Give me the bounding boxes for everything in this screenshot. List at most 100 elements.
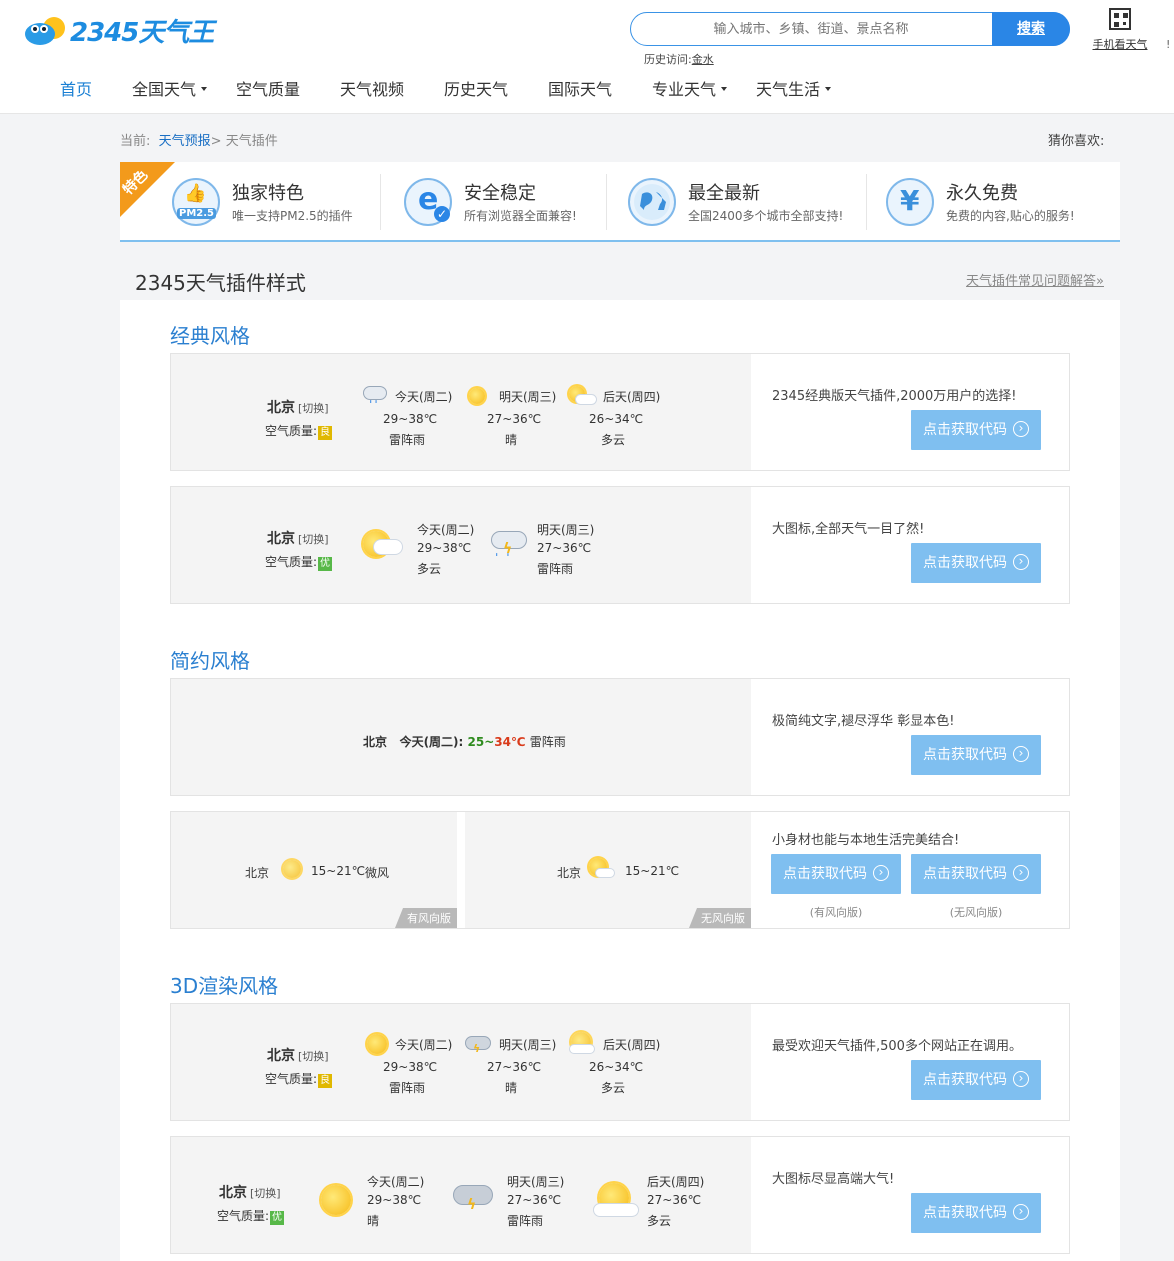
day-name: 今天(周二): [395, 1038, 453, 1052]
top-header: 2345天气王 搜索 历史访问:金水 手机看天气 ! 首页 全国天气 空气质量 …: [0, 0, 1174, 114]
switch-city-link[interactable]: [切换]: [250, 1187, 281, 1200]
pm25-label: PM2.5: [177, 208, 216, 219]
edge-mark: !: [1166, 38, 1171, 51]
plugin-preview: 北京 今天(周二): 25~34℃ 雷阵雨: [171, 679, 751, 795]
nav-professional[interactable]: 专业天气: [652, 78, 728, 106]
nav-air[interactable]: 空气质量: [236, 78, 300, 106]
air-quality: 空气质量: 优: [265, 553, 333, 571]
get-code-button[interactable]: 点击获取代码: [911, 1193, 1041, 1233]
day-weather: 雷阵雨: [389, 433, 426, 447]
feature-secure: e ✓ 安全稳定 所有浏览器全面兼容!: [404, 176, 624, 230]
switch-city-link[interactable]: [切换]: [298, 533, 329, 546]
day-after: 后天(周四) 26~34℃ 多云: [567, 1030, 667, 1100]
nav-video-label: 天气视频: [340, 80, 405, 99]
history-link[interactable]: 金水: [692, 53, 714, 66]
get-code-button-wind[interactable]: 点击获取代码: [771, 854, 901, 894]
switch-city-link[interactable]: [切换]: [298, 1050, 329, 1063]
search-button[interactable]: 搜索: [992, 12, 1070, 46]
air-quality: 空气质量: 良: [265, 422, 333, 440]
day-after: 后天(周四) 27~36℃ 多云: [591, 1171, 721, 1241]
aq-label: 空气质量:: [265, 555, 318, 569]
day-temp: 27~36℃: [487, 412, 542, 426]
feature-divider: [606, 174, 607, 230]
day-name: 明天(周三): [499, 390, 557, 404]
day-tomorrow: ϟ 明天(周三) 27~36℃ 晴: [463, 1030, 563, 1100]
air-quality: 空气质量: 良: [265, 1070, 333, 1088]
sunny-icon: [469, 388, 485, 404]
nav-life[interactable]: 天气生活: [756, 78, 832, 106]
day-weather: 雷阵雨: [389, 1081, 426, 1095]
day-name: 后天(周四): [647, 1175, 705, 1189]
day-temp: 26~34℃: [589, 412, 644, 426]
plugin-desc: 大图标,全部天气一目了然!: [772, 522, 925, 537]
nav-home-label: 首页: [60, 80, 93, 99]
get-code-button[interactable]: 点击获取代码: [911, 735, 1041, 775]
breadcrumb-prefix: 当前:: [120, 134, 151, 149]
browser-icon: e ✓: [404, 178, 452, 226]
plugin-preview-nowind: 北京 15~21℃ 无风向版: [465, 812, 751, 928]
logo[interactable]: 2345天气王: [22, 10, 222, 48]
plugin-desc: 大图标尽显高端大气!: [772, 1172, 895, 1187]
yen-icon: ¥: [886, 178, 934, 226]
day-name: 明天(周三): [537, 523, 595, 537]
faq-link[interactable]: 天气插件常见问题解答»: [966, 270, 1104, 289]
breadcrumb-current: 天气插件: [225, 134, 278, 149]
day-tomorrow: 明天(周三) 27~36℃ 晴: [467, 382, 567, 452]
day-temp: 29~38℃: [383, 412, 438, 426]
nav-history[interactable]: 历史天气: [444, 78, 508, 106]
nav-home[interactable]: 首页: [60, 78, 92, 106]
feature-divider: [380, 174, 381, 230]
mobile-weather-link[interactable]: 手机看天气: [1088, 8, 1152, 52]
day-today: 今天(周二) 29~38℃ 晴: [311, 1171, 441, 1241]
mascot-icon: [25, 17, 65, 45]
day-name: 明天(周三): [499, 1038, 557, 1052]
switch-city-link[interactable]: [切换]: [298, 402, 329, 415]
day-temp: 26~34℃: [589, 1060, 644, 1074]
day-name: 明天(周三): [507, 1175, 565, 1189]
features-bar: 特色 👍 PM2.5 独家特色 唯一支持PM2.5的插件 e ✓ 安全稳定 所有…: [120, 162, 1120, 242]
day-name: 今天(周二):: [399, 735, 464, 749]
cloud-icon: [593, 1203, 639, 1217]
feature-desc: 唯一支持PM2.5的插件: [232, 209, 353, 223]
day-temp: 27~36℃: [537, 541, 592, 555]
section-title: 2345天气插件样式: [135, 271, 306, 295]
day-weather: 晴: [505, 1081, 518, 1095]
get-code-button[interactable]: 点击获取代码: [911, 1060, 1041, 1100]
get-code-button-nowind[interactable]: 点击获取代码: [911, 854, 1041, 894]
day-name: 后天(周四): [603, 390, 661, 404]
button-sublabel: (有风向版): [809, 906, 863, 919]
caret-down-icon: [825, 86, 832, 91]
day-after: 后天(周四) 26~34℃ 多云: [569, 382, 669, 452]
breadcrumb-parent-link[interactable]: 天气预报: [159, 134, 211, 149]
get-code-button[interactable]: 点击获取代码: [911, 543, 1041, 583]
cloud-icon: [595, 868, 615, 878]
air-quality: 空气质量: 优: [217, 1207, 285, 1225]
nav-professional-label: 专业天气: [652, 80, 717, 99]
history-label: 历史访问:: [644, 53, 692, 66]
button-sublabel: (无风向版): [949, 906, 1003, 919]
search-input[interactable]: [631, 13, 991, 45]
nav-video[interactable]: 天气视频: [340, 78, 404, 106]
classic-card-2: 北京 [切换] 空气质量: 优 今天(周二) 29~38℃ 多云 ϟ ˈ ˈ 明天(…: [170, 486, 1070, 604]
nav-life-label: 天气生活: [756, 80, 821, 99]
get-code-button[interactable]: 点击获取代码: [911, 410, 1041, 450]
cloud-icon: [569, 1044, 595, 1054]
classic-heading: 经典风格: [170, 324, 250, 348]
city-name: 北京 [切换]: [267, 397, 329, 417]
feature-divider: [866, 174, 867, 230]
nav-national[interactable]: 全国天气: [132, 78, 208, 106]
day-temp: 27~36℃: [507, 1193, 562, 1207]
breadcrumb: 当前: 天气预报> 天气插件: [120, 130, 278, 149]
feature-title: 最全最新: [688, 183, 760, 204]
day-today: ˈˈ 今天(周二) 29~38℃ 雷阵雨: [361, 382, 461, 452]
nav-international[interactable]: 国际天气: [548, 78, 612, 106]
plugin-preview: 北京 [切换] 空气质量: 良 今天(周二) 29~38℃ 雷阵雨 ϟ 明天(周三)…: [171, 1004, 751, 1120]
feature-free: ¥ 永久免费 免费的内容,贴心的服务!: [886, 176, 1106, 230]
main-nav: 首页 全国天气 空气质量 天气视频 历史天气 国际天气 专业天气 天气生活: [0, 78, 1174, 106]
render3d-card-1: 北京 [切换] 空气质量: 良 今天(周二) 29~38℃ 雷阵雨 ϟ 明天(周三)…: [170, 1003, 1070, 1121]
render3d-heading: 3D渲染风格: [170, 974, 279, 998]
plugin-desc: 小身材也能与本地生活完美结合!: [772, 833, 960, 848]
day-temp: 29~38℃: [383, 1060, 438, 1074]
plugin-preview-wind: 北京 15~21℃ 微风 有风向版: [171, 812, 457, 928]
plugin-styles: 经典风格 北京 [切换] 空气质量: 良 ˈˈ 今天(周二) 29~38℃ 雷阵雨 …: [120, 300, 1120, 1261]
